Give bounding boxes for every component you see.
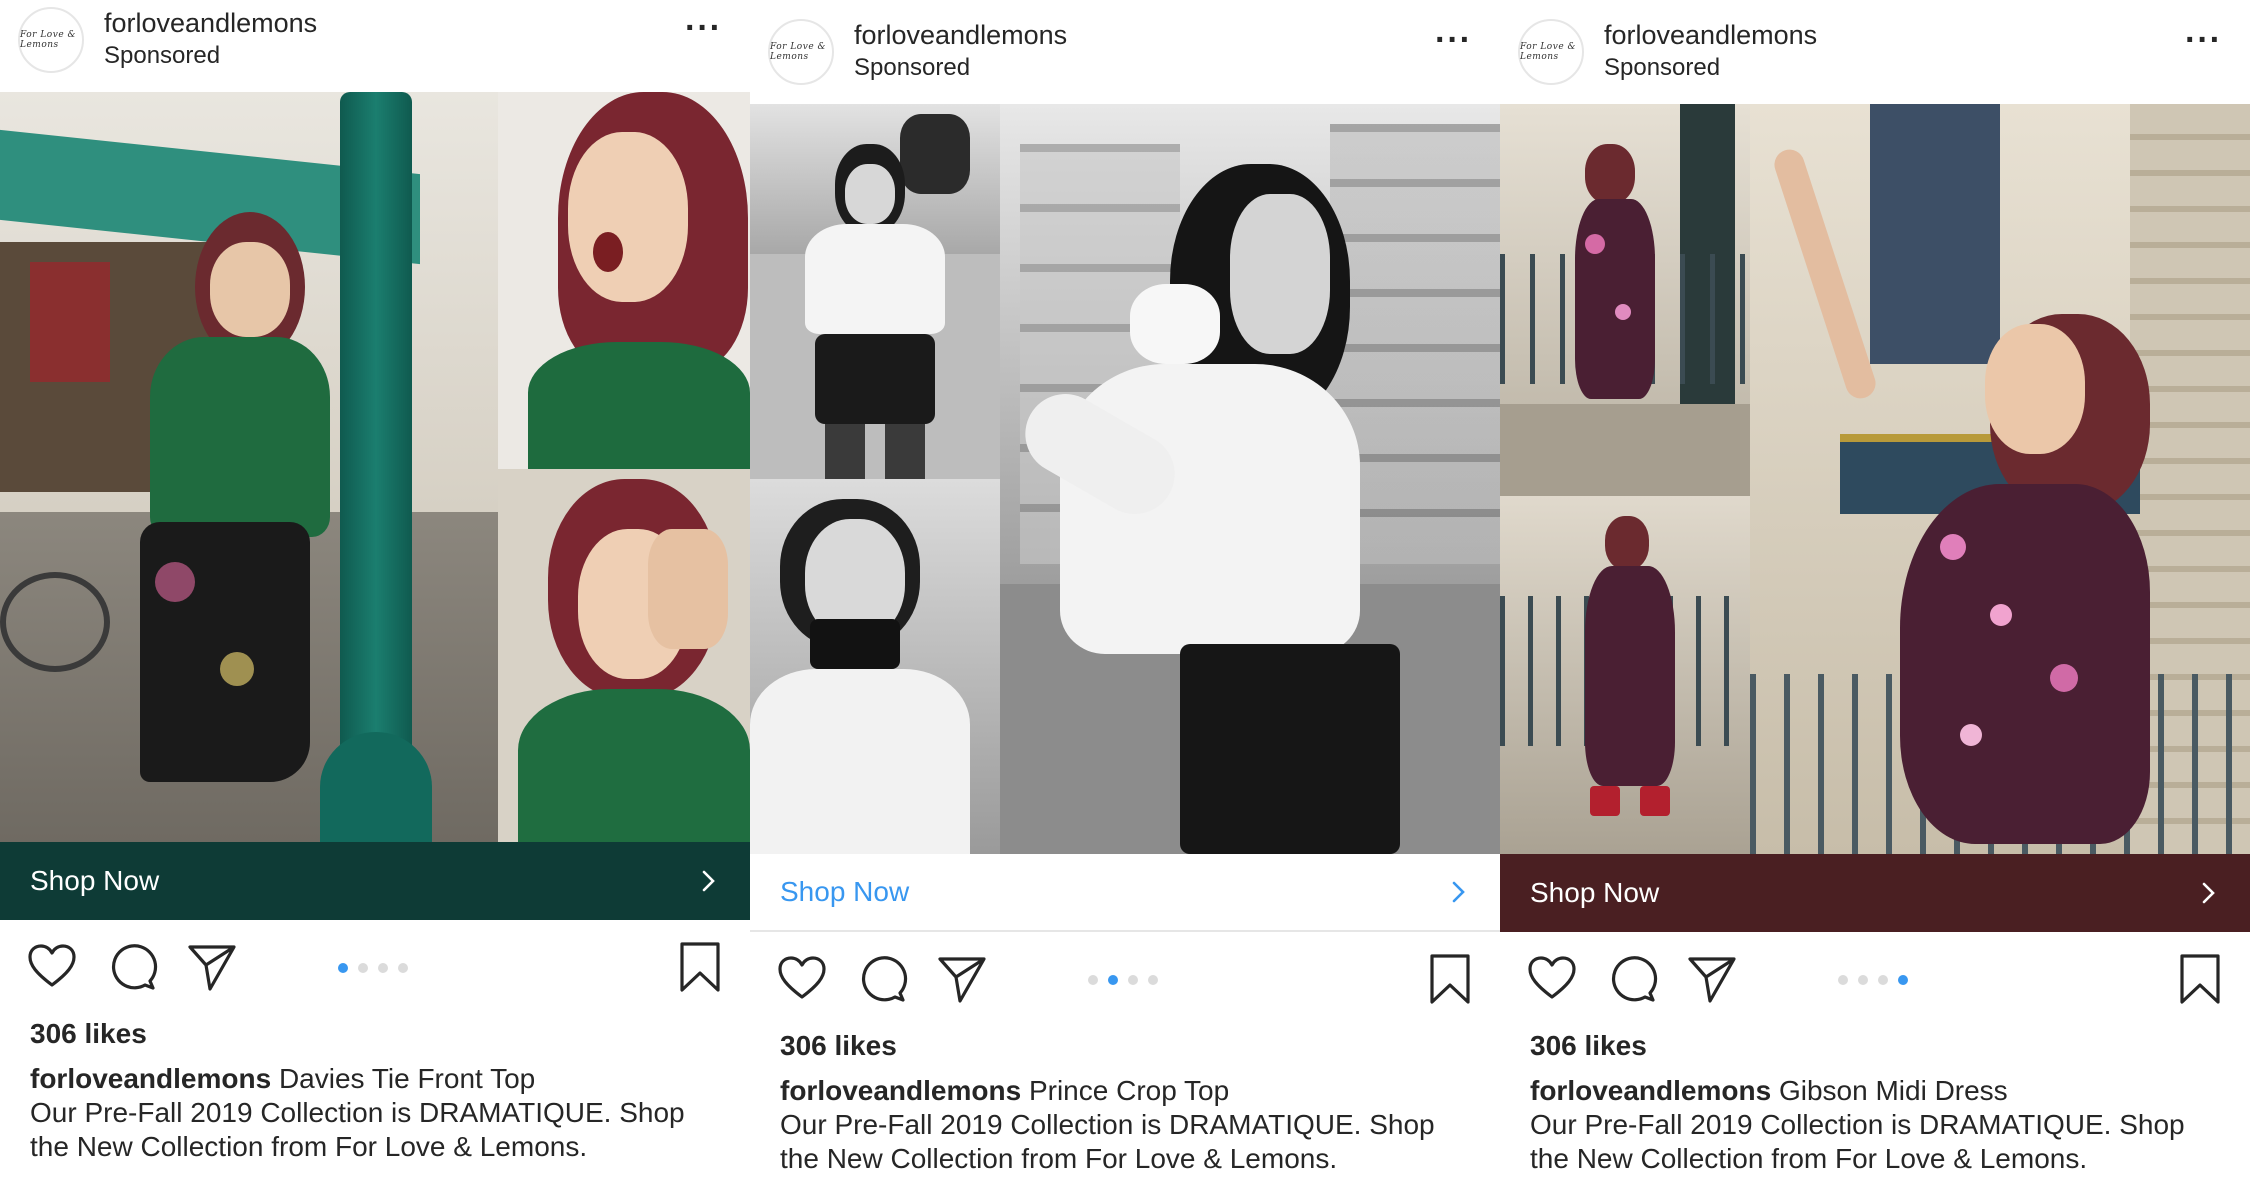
carousel-indicator: [338, 963, 408, 973]
carousel-dot: [1088, 975, 1098, 985]
post-caption: forloveandlemons Davies Tie Front Top Ou…: [30, 1062, 730, 1164]
photo-dress-balcony-bottom: [1500, 496, 1750, 854]
comment-icon[interactable]: [856, 953, 908, 1005]
avatar-logo-text: For Love & Lemons: [1520, 42, 1577, 62]
post-header: For Love & Lemons forloveandlemons Spons…: [0, 0, 750, 92]
sponsored-label: Sponsored: [104, 42, 221, 69]
carousel-dot: [1898, 975, 1908, 985]
more-horizontal-icon[interactable]: ···: [2185, 23, 2222, 57]
likes-count[interactable]: 306 likes: [1530, 1030, 1647, 1062]
caption-username[interactable]: forloveandlemons: [780, 1075, 1021, 1106]
carousel-indicator: [1838, 975, 1908, 985]
heart-icon[interactable]: [1526, 953, 1578, 1005]
post-header: For Love & Lemons forloveandlemons Spons…: [750, 12, 1500, 104]
bookmark-icon[interactable]: [2174, 953, 2220, 1005]
paper-plane-icon[interactable]: [1686, 953, 1738, 1005]
profile-avatar[interactable]: For Love & Lemons: [768, 19, 834, 85]
post-media-collage[interactable]: [1500, 104, 2250, 854]
photo-dress-arms-raised: [1750, 104, 2250, 854]
carousel-dot: [1858, 975, 1868, 985]
caption-body: Our Pre-Fall 2019 Collection is DRAMATIQ…: [780, 1109, 1435, 1174]
chevron-right-icon: [2202, 882, 2215, 904]
post-media-collage[interactable]: [750, 104, 1500, 854]
ad-post-2: For Love & Lemons forloveandlemons Spons…: [750, 12, 1500, 1180]
photo-dress-balcony-top: [1500, 104, 1750, 496]
photo-bw-camera-statue: [750, 104, 1000, 479]
comment-icon[interactable]: [106, 941, 158, 993]
paper-plane-icon[interactable]: [186, 941, 238, 993]
carousel-dot: [398, 963, 408, 973]
carousel-dot: [1838, 975, 1848, 985]
caption-title: Prince Crop Top: [1021, 1075, 1230, 1106]
post-actions-bar: [750, 947, 1500, 1007]
ad-post-1: For Love & Lemons forloveandlemons Spons…: [0, 0, 750, 1180]
shop-now-button[interactable]: Shop Now: [1500, 854, 2250, 932]
avatar-logo-text: For Love & Lemons: [20, 30, 77, 50]
carousel-dot: [358, 963, 368, 973]
caption-username[interactable]: forloveandlemons: [1530, 1075, 1771, 1106]
caption-title: Davies Tie Front Top: [271, 1063, 536, 1094]
comment-icon[interactable]: [1606, 953, 1658, 1005]
post-caption: forloveandlemons Gibson Midi Dress Our P…: [1530, 1074, 2230, 1176]
bookmark-icon[interactable]: [1424, 953, 1470, 1005]
more-horizontal-icon[interactable]: ···: [1435, 23, 1472, 57]
shop-now-button[interactable]: Shop Now: [0, 842, 750, 920]
post-username[interactable]: forloveandlemons: [1604, 20, 1817, 51]
carousel-dot: [378, 963, 388, 973]
sponsored-label: Sponsored: [854, 54, 971, 81]
chevron-right-icon: [702, 870, 715, 892]
avatar-logo-text: For Love & Lemons: [770, 42, 827, 62]
photo-bw-profile-bow: [1000, 104, 1500, 854]
photo-street-green-lamp: [0, 92, 498, 842]
shop-now-label: Shop Now: [780, 876, 910, 907]
likes-count[interactable]: 306 likes: [780, 1030, 897, 1062]
heart-icon[interactable]: [26, 941, 78, 993]
carousel-dot: [1878, 975, 1888, 985]
carousel-dot: [338, 963, 348, 973]
post-caption: forloveandlemons Prince Crop Top Our Pre…: [780, 1074, 1480, 1176]
post-actions-bar: [1500, 947, 2250, 1007]
carousel-dot: [1148, 975, 1158, 985]
shop-now-button[interactable]: Shop Now: [750, 854, 1500, 932]
likes-count[interactable]: 306 likes: [30, 1018, 147, 1050]
post-username[interactable]: forloveandlemons: [854, 20, 1067, 51]
chevron-right-icon: [1452, 881, 1465, 903]
caption-body: Our Pre-Fall 2019 Collection is DRAMATIQ…: [1530, 1109, 2185, 1174]
more-horizontal-icon[interactable]: ···: [685, 11, 722, 45]
post-header: For Love & Lemons forloveandlemons Spons…: [1500, 12, 2250, 104]
profile-avatar[interactable]: For Love & Lemons: [1518, 19, 1584, 85]
post-username[interactable]: forloveandlemons: [104, 8, 317, 39]
carousel-dot: [1108, 975, 1118, 985]
caption-title: Gibson Midi Dress: [1771, 1075, 2008, 1106]
shop-now-label: Shop Now: [30, 865, 160, 896]
bookmark-icon[interactable]: [674, 941, 720, 993]
sponsored-label: Sponsored: [1604, 54, 1721, 81]
post-actions-bar: [0, 935, 750, 995]
photo-portrait-hand: [498, 469, 750, 842]
profile-avatar[interactable]: For Love & Lemons: [18, 7, 84, 73]
photo-bw-holding-camera: [750, 479, 1000, 854]
carousel-dot: [1128, 975, 1138, 985]
caption-body: Our Pre-Fall 2019 Collection is DRAMATIQ…: [30, 1097, 685, 1162]
carousel-indicator: [1088, 975, 1158, 985]
ad-post-3: For Love & Lemons forloveandlemons Spons…: [1500, 12, 2250, 1180]
photo-portrait-yawn: [498, 92, 750, 469]
shop-now-label: Shop Now: [1530, 877, 1660, 908]
post-media-collage[interactable]: [0, 92, 750, 842]
heart-icon[interactable]: [776, 953, 828, 1005]
caption-username[interactable]: forloveandlemons: [30, 1063, 271, 1094]
paper-plane-icon[interactable]: [936, 953, 988, 1005]
